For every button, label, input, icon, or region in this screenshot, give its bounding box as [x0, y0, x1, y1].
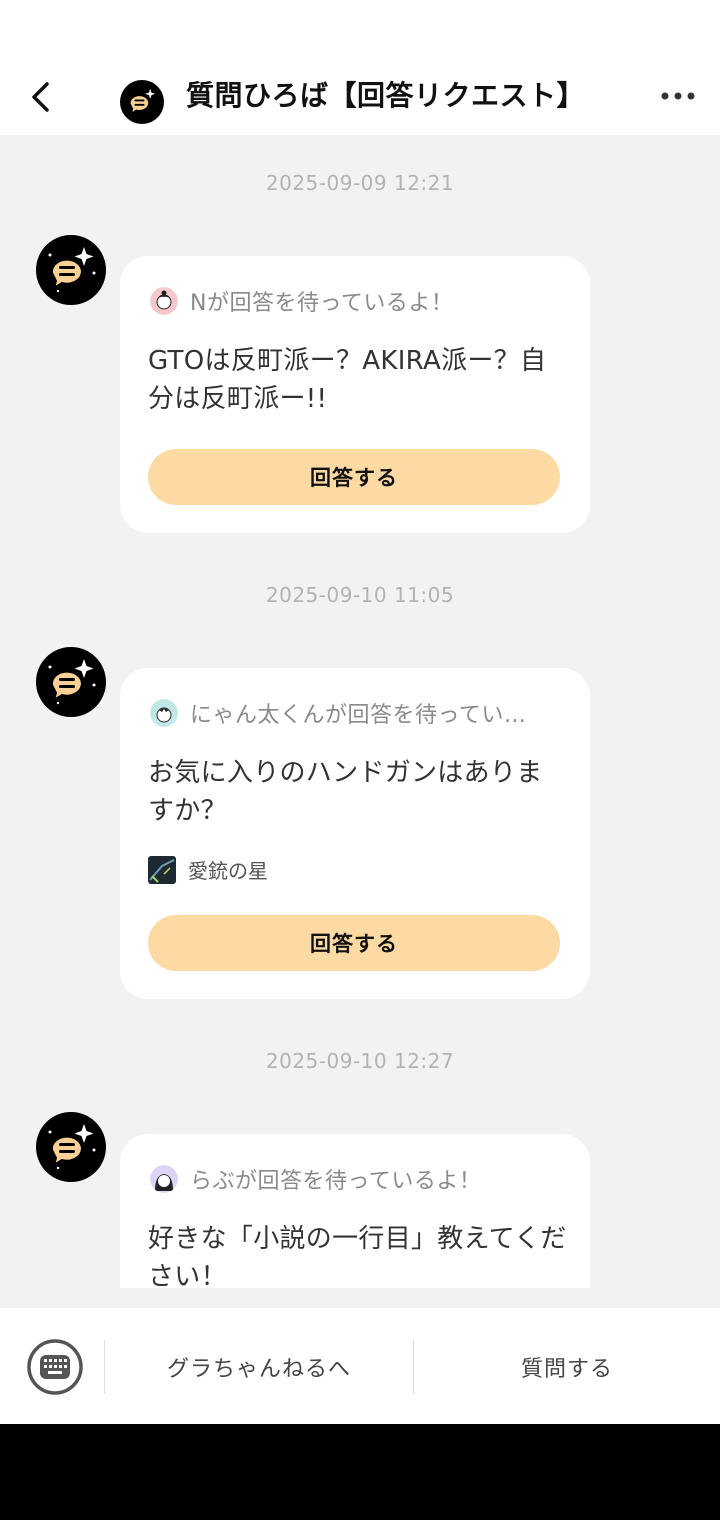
bot-avatar[interactable] [36, 1112, 106, 1182]
message-timestamp: 2025-09-10 12:27 [265, 1049, 455, 1073]
community-tag[interactable]: 愛銃の星 [148, 855, 268, 884]
page-title: 質問ひろば【回答リクエスト】 [186, 79, 586, 112]
question-card: にゃん太くんが回答を待ってい… お気に入りのハンドガンはありますか？ 愛銃の星 … [120, 668, 590, 999]
keyboard-button[interactable] [26, 1338, 84, 1396]
requester-row: にゃん太くんが回答を待ってい… [150, 698, 560, 728]
ask-question-button[interactable]: 質問する [414, 1338, 720, 1396]
user-avatar[interactable] [150, 1165, 178, 1193]
community-thumbnail [148, 855, 176, 884]
bot-avatar[interactable] [36, 647, 106, 717]
question-text: お気に入りのハンドガンはありますか？ [148, 758, 543, 826]
answer-button[interactable]: 回答する [148, 449, 560, 505]
user-avatar-icon [150, 1165, 178, 1193]
system-nav-bar [0, 1424, 720, 1520]
requester-text: らぶが回答を待っているよ！ [190, 1169, 482, 1194]
more-dots-icon [661, 92, 695, 100]
user-avatar[interactable] [150, 699, 178, 727]
header: 質問ひろば【回答リクエスト】 [0, 58, 720, 135]
screen: 質問ひろば【回答リクエスト】 2025-09-09 12:21 Nが回答を待って… [0, 0, 720, 1424]
requester-text: Nが回答を待っているよ！ [190, 291, 454, 316]
bot-avatar[interactable] [120, 80, 164, 124]
question-card: Nが回答を待っているよ！ GTOは反町派ー？AKIRA派ー？自分は反町派ー!! … [120, 256, 590, 533]
back-button[interactable] [18, 74, 64, 120]
requester-row: Nが回答を待っているよ！ [150, 286, 560, 316]
requester-text: にゃん太くんが回答を待ってい… [190, 703, 527, 728]
user-avatar[interactable] [150, 287, 178, 315]
question-text: GTOは反町派ー？AKIRA派ー？自分は反町派ー!! [148, 346, 547, 414]
status-bar [0, 0, 720, 58]
chat-list[interactable]: 2025-09-09 12:21 Nが回答を待っているよ！ GTOは反町派ー？A… [0, 135, 720, 1288]
chat-bubble-icon [36, 1112, 106, 1182]
user-avatar-icon [150, 699, 178, 727]
keyboard-icon [27, 1339, 83, 1395]
more-button[interactable] [654, 76, 702, 116]
requester-row: らぶが回答を待っているよ！ [150, 1164, 560, 1194]
message-timestamp: 2025-09-09 12:21 [265, 171, 455, 195]
chat-bubble-icon [36, 647, 106, 717]
go-to-channel-button[interactable]: グラちゃんねるへ [105, 1338, 413, 1396]
chat-bubble-icon [36, 235, 106, 305]
chat-bubble-icon [120, 80, 164, 124]
community-name: 愛銃の星 [188, 859, 268, 883]
question-text: 好きな「小説の一行目」教えてください！ [148, 1224, 567, 1288]
community-image-icon [148, 855, 176, 884]
question-card: らぶが回答を待っているよ！ 好きな「小説の一行目」教えてください！ [120, 1134, 590, 1288]
chevron-left-icon [32, 82, 49, 112]
user-avatar-icon [150, 287, 178, 315]
answer-button[interactable]: 回答する [148, 915, 560, 971]
bot-avatar[interactable] [36, 235, 106, 305]
message-timestamp: 2025-09-10 11:05 [265, 583, 455, 607]
bottom-bar: グラちゃんねるへ 質問する [0, 1308, 720, 1424]
